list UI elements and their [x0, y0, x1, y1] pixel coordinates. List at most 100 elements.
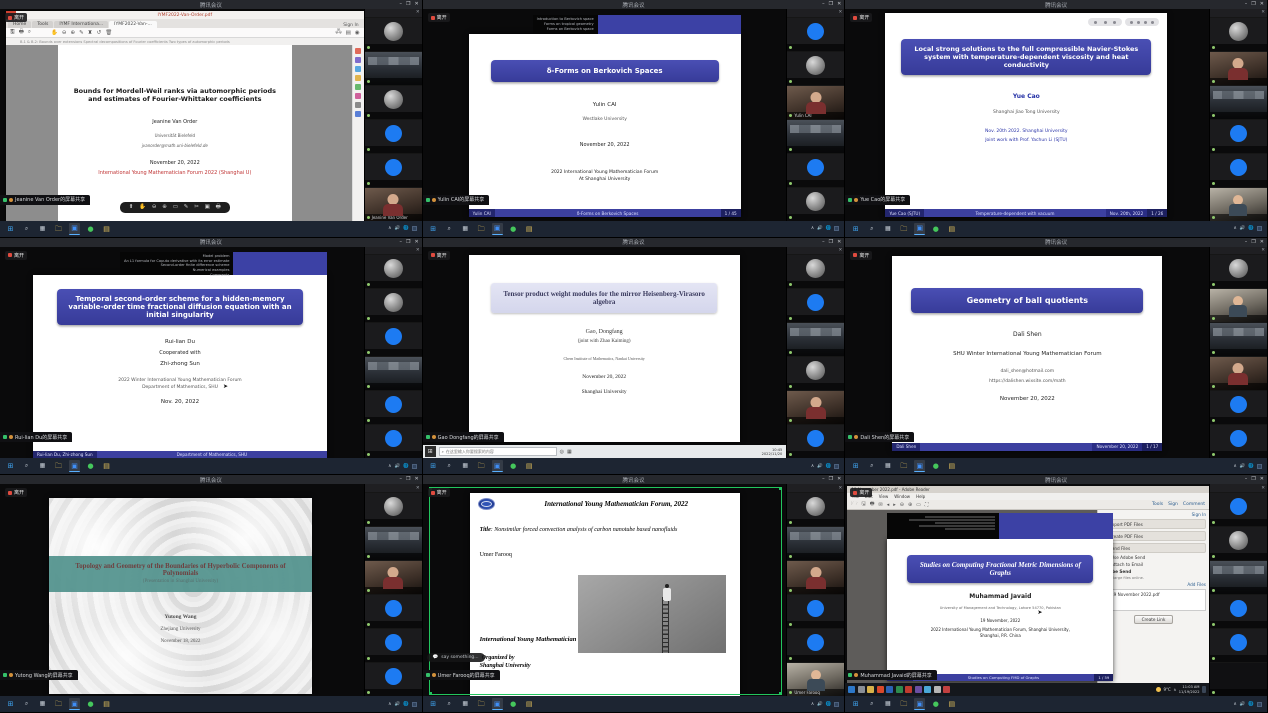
menu-help[interactable]: Help — [916, 494, 925, 499]
participant-tile-blue[interactable] — [787, 154, 844, 187]
close-icon[interactable]: ✕ — [1260, 0, 1264, 9]
fullscreen-icon[interactable]: ⛶ — [925, 502, 929, 508]
participant-tile-blue[interactable] — [1210, 595, 1267, 628]
system-tray[interactable]: ∧🔊🌐 — [1233, 226, 1262, 231]
leave-meeting-button[interactable]: 离开 — [5, 13, 27, 22]
wechat-icon[interactable]: ● — [85, 460, 96, 472]
participant-tile-video[interactable] — [787, 561, 844, 594]
tab-home[interactable]: Home — [8, 21, 31, 28]
taskbar-clock[interactable]: 10:452022/11/20 — [762, 448, 785, 457]
file-explorer-icon[interactable]: 🗀 — [898, 223, 909, 235]
stamp-icon[interactable]: ♜ — [88, 30, 93, 36]
excel-icon[interactable] — [896, 686, 903, 693]
leave-meeting-button[interactable]: 离开 — [850, 488, 872, 497]
leave-meeting-button[interactable]: 离开 — [428, 488, 450, 497]
participant-tile-dark[interactable] — [1210, 663, 1267, 696]
participant-tile-photo[interactable] — [365, 255, 422, 288]
weather-widget[interactable]: 9°C — [1156, 687, 1170, 692]
comment-tab[interactable]: Comment — [1183, 502, 1205, 507]
participant-tile-photo[interactable] — [787, 52, 844, 85]
participant-tile-room[interactable] — [365, 52, 422, 85]
share-icon[interactable]: 🖧 — [336, 28, 342, 37]
sidebar-header[interactable]: ✕ — [1210, 247, 1267, 255]
menu-view[interactable]: View — [879, 494, 889, 499]
search-button[interactable]: ⌕ — [21, 223, 32, 235]
system-tray[interactable]: ∧🔊🌐 — [811, 464, 840, 469]
minimize-icon[interactable]: – — [822, 475, 825, 484]
close-icon[interactable]: ✕ — [1260, 238, 1264, 247]
participant-tile-photo[interactable] — [1210, 255, 1267, 288]
teams-icon[interactable] — [915, 686, 922, 693]
start-button[interactable]: ⊞ — [425, 446, 436, 457]
sidebar-header[interactable]: ✕ — [787, 484, 844, 492]
annotate-icon[interactable]: ✎ — [79, 30, 84, 36]
maximize-icon[interactable]: ❐ — [829, 238, 833, 247]
start-button[interactable]: ⊞ — [5, 460, 16, 472]
task-view-button[interactable]: ▦ — [37, 223, 48, 235]
meeting-app-icon[interactable]: ▣ — [492, 223, 503, 235]
participant-tile-video2[interactable] — [1210, 289, 1267, 322]
browser-icon[interactable] — [877, 686, 884, 693]
start-button[interactable]: ⊞ — [428, 698, 439, 710]
participant-tile-photo[interactable] — [365, 18, 422, 51]
participant-tile-video[interactable]: Jeanine Van Order — [365, 188, 422, 221]
minimize-icon[interactable]: – — [1245, 238, 1248, 247]
maximize-icon[interactable]: ❐ — [406, 0, 410, 9]
create-pdf-section[interactable]: ▸Create PDF Files — [1101, 531, 1206, 541]
leave-meeting-button[interactable]: 离开 — [850, 13, 872, 22]
meeting-app-icon[interactable]: ▣ — [914, 223, 925, 235]
next-page-icon[interactable]: ▸ — [893, 502, 896, 508]
participant-tile-video[interactable]: Yulin CAI — [787, 86, 844, 119]
participant-tile-blue[interactable] — [1210, 425, 1267, 458]
participant-tile-blue[interactable] — [1210, 391, 1267, 424]
maximize-icon[interactable]: ❐ — [406, 475, 410, 484]
participant-tile-photo[interactable] — [787, 357, 844, 390]
participant-tile-video[interactable] — [1210, 357, 1267, 390]
participant-tile-photo[interactable] — [787, 188, 844, 221]
system-tray[interactable]: ∧🔊🌐 — [1233, 464, 1262, 469]
chat-input-bubble[interactable]: 💬say something... — [427, 653, 485, 662]
maximize-icon[interactable]: ❐ — [829, 475, 833, 484]
close-icon[interactable]: ✕ — [837, 238, 841, 247]
participant-tile-blue[interactable] — [1210, 120, 1267, 153]
start-button[interactable]: ⊞ — [428, 460, 439, 472]
save-icon[interactable]: 🖫 — [10, 28, 15, 37]
meeting-app-icon[interactable]: ▣ — [914, 460, 925, 472]
leave-meeting-button[interactable]: 离开 — [428, 13, 450, 22]
folder-icon[interactable]: ▤ — [946, 460, 957, 472]
maximize-icon[interactable]: ❐ — [1251, 0, 1255, 9]
participant-tile-room[interactable] — [787, 527, 844, 560]
close-icon[interactable]: ✕ — [1260, 475, 1264, 484]
file-explorer-icon[interactable]: 🗀 — [53, 460, 64, 472]
zoom-in-icon[interactable]: ⊕ — [908, 502, 912, 508]
attach-to-email-radio[interactable]: Attach to Email — [1101, 562, 1206, 567]
task-view-icon[interactable]: ▦ — [567, 449, 572, 455]
meeting-app-icon[interactable]: ▣ — [914, 698, 925, 710]
sidebar-header[interactable]: ✕ — [1210, 9, 1267, 17]
cortana-icon[interactable]: ◎ — [560, 449, 564, 455]
sidebar-header[interactable]: ✕ — [365, 9, 422, 17]
system-tray[interactable]: ∧🔊🌐 — [811, 702, 840, 707]
maximize-icon[interactable]: ❐ — [1251, 238, 1255, 247]
search-button[interactable]: ⌕ — [866, 698, 877, 710]
print-icon[interactable]: 🖶 — [870, 501, 875, 509]
open-icon[interactable]: 🗁 — [851, 501, 857, 509]
close-icon[interactable]: ✕ — [414, 0, 418, 9]
participant-tile-photo[interactable] — [365, 86, 422, 119]
participant-tile-room[interactable] — [787, 323, 844, 356]
taskbar-clock[interactable]: 11:03 AM11/19/2022 — [1179, 685, 1200, 694]
participant-tile-photo[interactable] — [1210, 527, 1267, 560]
show-desktop-button[interactable] — [1202, 686, 1206, 693]
search-button[interactable]: ⌕ — [866, 223, 877, 235]
save-icon[interactable]: 🖫 — [862, 501, 866, 509]
participant-tile-blue[interactable] — [787, 629, 844, 662]
task-view-button[interactable]: ▦ — [37, 698, 48, 710]
task-view-button[interactable]: ▦ — [882, 460, 893, 472]
participant-tile-blue[interactable] — [365, 391, 422, 424]
send-files-section[interactable]: ▾Send Files — [1101, 543, 1206, 553]
acrobat-floating-toolbar[interactable]: ⬆✋⊖⊕▭✎✂▣🖶 — [120, 202, 230, 213]
wechat-icon[interactable]: ● — [930, 223, 941, 235]
system-tray[interactable]: ∧🔊🌐 — [1233, 702, 1262, 707]
task-view-button[interactable]: ▦ — [882, 698, 893, 710]
powerpoint-icon[interactable] — [943, 686, 950, 693]
